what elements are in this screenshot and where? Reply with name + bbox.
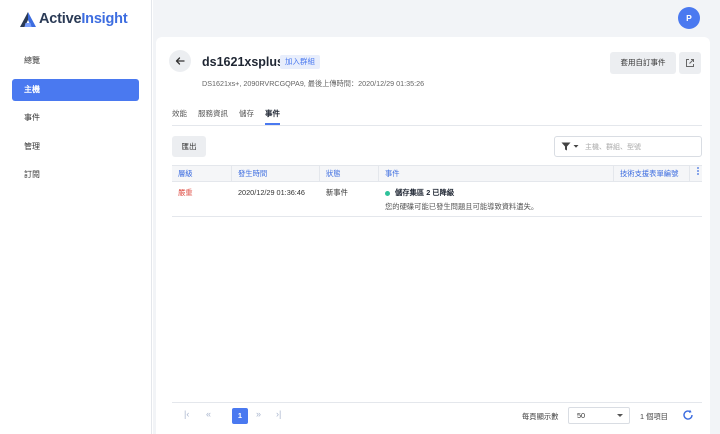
row-options-cell xyxy=(690,182,702,216)
table-row[interactable]: 嚴重 2020/12/29 01:36:46 新事件 儲存集區 2 已降級 您的… xyxy=(172,182,702,217)
severity-cell: 嚴重 xyxy=(178,188,193,197)
tab-divider xyxy=(172,125,702,126)
tab-events[interactable]: 事件 xyxy=(265,107,280,125)
per-page-select[interactable]: 50 xyxy=(568,407,630,424)
events-table: 層級 發生時間 狀態 事件 技術支援表單編號 嚴重 2020/12/29 01:… xyxy=(172,165,702,217)
sidebar-item-subscription[interactable]: 訂閱 xyxy=(12,164,139,186)
last-page-icon[interactable]: ›| xyxy=(276,409,281,419)
table-header: 層級 發生時間 狀態 事件 技術支援表單編號 xyxy=(172,165,702,182)
sidebar-item-overview[interactable]: 總覽 xyxy=(12,50,139,72)
external-link-icon xyxy=(686,59,694,67)
search-input[interactable]: 主機、群組、型號 xyxy=(585,142,641,152)
sidebar-item-events[interactable]: 事件 xyxy=(12,107,139,129)
export-button[interactable]: 匯出 xyxy=(172,136,206,157)
next-page-icon[interactable]: » xyxy=(256,409,261,419)
caret-down-icon xyxy=(617,414,623,417)
per-page-label: 每頁顯示數 xyxy=(522,412,559,421)
time-cell: 2020/12/29 01:36:46 xyxy=(238,188,305,197)
active-insight-logo-icon xyxy=(20,11,36,27)
column-header-status[interactable]: 狀態 xyxy=(320,166,379,181)
sidebar-item-management[interactable]: 管理 xyxy=(12,136,139,158)
prev-page-icon[interactable]: « xyxy=(206,409,211,419)
status-dot-icon xyxy=(385,190,390,196)
column-header-ticket[interactable]: 技術支援表單編號 xyxy=(614,166,690,181)
user-avatar[interactable]: P xyxy=(678,7,700,29)
refresh-icon[interactable] xyxy=(682,409,694,421)
search-filter[interactable]: 主機、群組、型號 xyxy=(554,136,702,157)
sidebar-nav: 總覽 主機 事件 管理 訂閱 xyxy=(12,50,139,193)
host-detail-card: ds1621xsplus 加入群組 DS1621xs+, 2090RVRCGQP… xyxy=(156,37,710,434)
filter-icon xyxy=(561,142,571,151)
per-page-value: 50 xyxy=(577,411,586,420)
column-header-event[interactable]: 事件 xyxy=(379,166,614,181)
add-to-group-tag[interactable]: 加入群組 xyxy=(280,55,320,69)
sidebar-item-hosts[interactable]: 主機 xyxy=(12,78,139,101)
item-count: 1 個項目 xyxy=(640,412,668,421)
open-external-button[interactable] xyxy=(679,52,701,74)
sidebar: ActiveInsight 總覽 主機 事件 管理 訂閱 xyxy=(0,0,152,434)
column-header-time[interactable]: 發生時間 xyxy=(232,166,320,181)
ticket-cell xyxy=(614,182,690,216)
tab-storage[interactable]: 儲存 xyxy=(239,107,254,125)
arrow-left-icon xyxy=(175,57,185,65)
column-header-level[interactable]: 層級 xyxy=(172,166,232,181)
event-cell: 儲存集區 2 已降級 您的硬碟可能已發生問題且可能導致資料遺失。 xyxy=(379,182,614,216)
logo[interactable]: ActiveInsight xyxy=(20,10,128,28)
apply-custom-event-button[interactable]: 套用自訂事件 xyxy=(610,52,676,74)
pagination-bar: |‹ « 1 » ›| 每頁顯示數 50 1 個項目 xyxy=(172,402,702,427)
event-description: 您的硬碟可能已發生問題且可能導致資料遺失。 xyxy=(385,202,539,211)
brand-name: ActiveInsight xyxy=(39,11,128,27)
column-options-button[interactable] xyxy=(690,166,702,181)
back-button[interactable] xyxy=(169,50,191,72)
tab-service-info[interactable]: 服務資訊 xyxy=(198,107,228,125)
page-number-button[interactable]: 1 xyxy=(232,408,248,424)
host-subtitle: DS1621xs+, 2090RVRCGQPA9, 最後上傳時間：2020/12… xyxy=(202,79,425,88)
event-title: 儲存集區 2 已降級 xyxy=(385,188,614,198)
chevron-down-icon xyxy=(573,145,579,148)
page-title: ds1621xsplus xyxy=(202,55,284,69)
status-cell: 新事件 xyxy=(326,188,348,197)
tab-bar: 效能 服務資訊 儲存 事件 xyxy=(172,107,291,125)
event-title-text: 儲存集區 2 已降級 xyxy=(395,188,455,197)
more-vertical-icon xyxy=(697,167,699,175)
filter-dropdown-button[interactable] xyxy=(555,137,579,156)
tab-performance[interactable]: 效能 xyxy=(172,107,187,125)
main-area: P ds1621xsplus 加入群組 DS1621xs+, 2090RVRCG… xyxy=(153,0,720,434)
first-page-icon[interactable]: |‹ xyxy=(184,409,189,419)
